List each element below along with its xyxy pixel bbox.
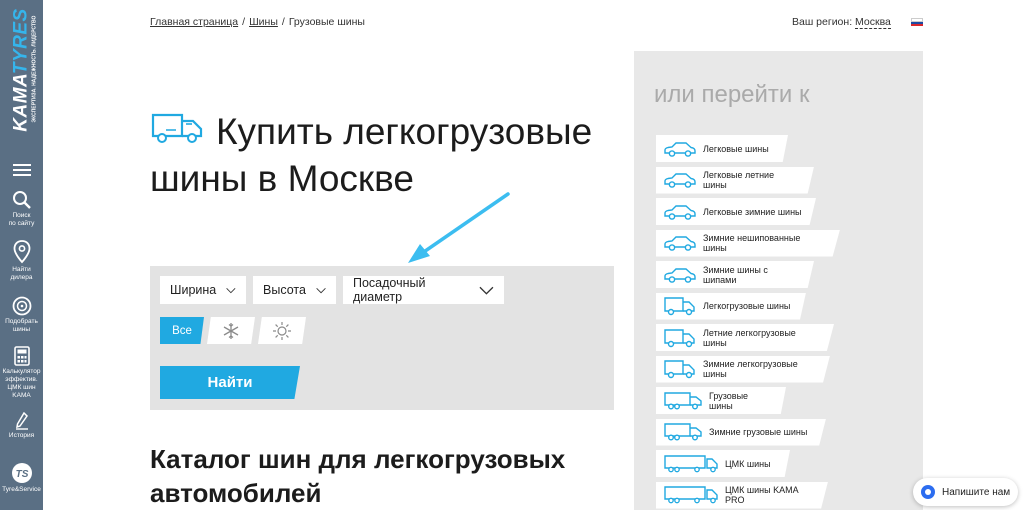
region-city-link[interactable]: Москва [855, 16, 891, 29]
goto-item-label: Зимние нешипованные шины [703, 233, 801, 253]
region-label: Ваш регион: [792, 16, 853, 28]
breadcrumb: Главная страница / Шины / Грузовые шины [150, 16, 365, 28]
goto-item-label: ЦМК шины [725, 458, 771, 469]
map-pin-icon [13, 240, 30, 264]
tire-icon [12, 296, 31, 316]
truck-icon [663, 422, 709, 442]
find-button[interactable]: Найти [160, 366, 300, 399]
width-dropdown-label: Ширина [170, 283, 217, 297]
page-root: KAMATYRES ЭКСПЕРТИЗА. НАДЕЖНОСТЬ. ЛИДЕРС… [0, 0, 1024, 510]
logo-main-text: KAMA [10, 74, 32, 132]
truck-icon [663, 391, 709, 411]
goto-item[interactable]: Грузовые шины [656, 387, 786, 414]
sidebar-item-label: Найти дилера [10, 266, 33, 281]
chevron-down-icon [226, 287, 236, 293]
snowflake-icon [223, 322, 239, 339]
language-flag-icon[interactable] [911, 18, 923, 26]
sidebar-item-label: Поиск по сайту [8, 212, 35, 227]
breadcrumb-separator: / [281, 16, 285, 28]
goto-item[interactable]: Легковые шины [656, 135, 788, 162]
breadcrumb-home-link[interactable]: Главная страница [150, 16, 238, 28]
ts-logo-icon: TS [11, 463, 32, 483]
sidebar-item-label: История [8, 432, 35, 439]
goto-item-label: Легковые шины [703, 143, 769, 154]
breadcrumb-tires-link[interactable]: Шины [249, 16, 278, 28]
goto-item-label: Зимние грузовые шины [709, 427, 808, 437]
sidebar-item-label: Подобрать шины [5, 318, 38, 333]
goto-item-label: Зимние легкогрузовые шины [703, 359, 798, 379]
goto-item-label: Легковые зимние шины [703, 206, 802, 217]
goto-item[interactable]: Летние легкогрузовые шины [656, 324, 834, 351]
sidebar-item-dealer[interactable]: Найти дилера [0, 240, 43, 282]
sidebar-item-pick-tires[interactable]: Подобрать шины [0, 296, 43, 334]
car-icon [663, 234, 703, 252]
goto-item[interactable]: Зимние нешипованные шины [656, 229, 840, 257]
goto-item-label: Грузовые шины [709, 390, 749, 411]
diameter-dropdown[interactable]: Посадочный диаметр [343, 276, 504, 304]
sidebar-item-label: Tyre&Service [2, 486, 41, 493]
van-icon [663, 295, 703, 317]
svg-text:TS: TS [15, 469, 28, 480]
chat-bubble-icon [921, 485, 935, 499]
car-icon [663, 203, 703, 221]
height-dropdown-label: Высота [263, 283, 306, 297]
chat-button-label: Напишите нам [942, 486, 1011, 498]
height-dropdown[interactable]: Высота [253, 276, 336, 304]
goto-item[interactable]: Зимние легкогрузовые шины [656, 355, 830, 383]
goto-item-label: Легкогрузовые шины [703, 301, 791, 311]
van-icon [663, 358, 703, 380]
breadcrumb-current: Грузовые шины [288, 16, 365, 28]
logo-accent-text: TYRES [10, 8, 32, 75]
breadcrumb-separator: / [242, 16, 246, 28]
goto-item[interactable]: ЦМК шины KAMA PRO [656, 481, 828, 509]
sidebar-item-tyre-service[interactable]: TS Tyre&Service [0, 462, 43, 494]
logo-tagline-text: ЭКСПЕРТИЗА. НАДЕЖНОСТЬ. ЛИДЕРСТВО [31, 15, 38, 123]
season-all-button[interactable]: Все [160, 317, 204, 344]
page-title: Купить легкогрузовые шины в Москве [150, 111, 593, 199]
left-sidebar: KAMATYRES ЭКСПЕРТИЗА. НАДЕЖНОСТЬ. ЛИДЕРС… [0, 0, 43, 510]
logo-tagline: ЭКСПЕРТИЗА. НАДЕЖНОСТЬ. ЛИДЕРСТВО [30, 10, 38, 128]
menu-icon [12, 164, 31, 176]
width-dropdown[interactable]: Ширина [160, 276, 246, 304]
goto-panel: или перейти к Легковые шины Легковые летн… [634, 51, 923, 510]
catalog-title: Каталог шин для легкогрузовых автомобиле… [150, 444, 566, 508]
goto-item-label: ЦМК шины KAMA PRO [725, 485, 799, 505]
car-icon [663, 171, 703, 189]
car-icon [663, 266, 703, 284]
goto-item-label: Легковые летние шины [703, 170, 775, 190]
season-summer-button[interactable] [258, 317, 306, 344]
sidebar-item-search[interactable]: Поиск по сайту [0, 190, 43, 228]
sidebar-item-label: Калькулятор эффектив. ЦМК шин KAMA [2, 368, 41, 399]
chevron-down-icon [316, 287, 326, 293]
history-icon [15, 412, 28, 430]
calculator-icon [13, 346, 30, 366]
semi-truck-icon [663, 454, 725, 474]
sun-icon [273, 321, 291, 340]
goto-item[interactable]: Легковые летние шины [656, 166, 814, 194]
goto-item[interactable]: Легковые зимние шины [656, 198, 816, 225]
goto-item[interactable]: ЦМК шины [656, 450, 790, 477]
tire-filter-panel: Ширина Высота Посадочный диаметр Все Най… [150, 266, 614, 410]
search-icon [12, 191, 31, 209]
van-icon [663, 327, 703, 349]
goto-title: или перейти к [654, 81, 810, 108]
chat-button[interactable]: Напишите нам [913, 478, 1018, 506]
region-selector: Ваш регион: Москва [792, 16, 891, 29]
goto-item[interactable]: Зимние грузовые шины [656, 418, 826, 446]
semi-truck-icon [663, 485, 725, 505]
sidebar-item-calculator[interactable]: Калькулятор эффектив. ЦМК шин KAMA [0, 346, 43, 400]
goto-item[interactable]: Зимние шины с шипами [656, 261, 814, 288]
season-winter-button[interactable] [207, 317, 255, 344]
sidebar-menu-button[interactable] [0, 162, 43, 178]
goto-item-label: Летние легкогрузовые шины [703, 327, 796, 348]
sidebar-item-history[interactable]: История [0, 412, 43, 440]
diameter-dropdown-label: Посадочный диаметр [353, 276, 426, 304]
chevron-down-icon [479, 286, 494, 295]
goto-item[interactable]: Легкогрузовые шины [656, 292, 806, 320]
goto-item-label: Зимние шины с шипами [703, 264, 768, 285]
arrow-annotation-icon [408, 192, 510, 263]
car-icon [663, 140, 703, 158]
